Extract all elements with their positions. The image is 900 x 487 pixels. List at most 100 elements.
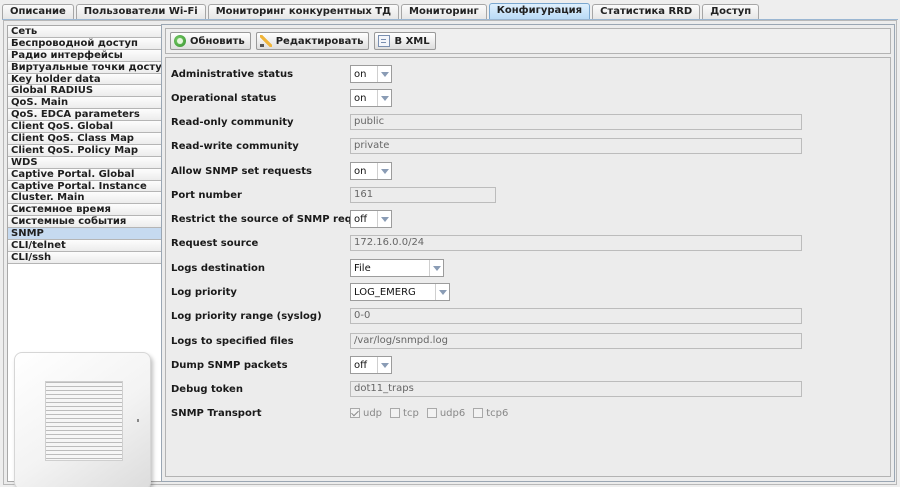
toolbar: Обновить Редактировать В XML bbox=[165, 28, 891, 54]
row-log-priority: Log priority LOG_EMERG bbox=[166, 280, 886, 304]
port-number-field[interactable]: 161 bbox=[350, 187, 496, 203]
row-allow-set-requests: Allow SNMP set requests on bbox=[166, 159, 886, 183]
sidebar: Сеть Беспроводной доступ Радио интерфейс… bbox=[7, 25, 162, 487]
tab-competitor-monitoring[interactable]: Мониторинг конкурентных ТД bbox=[207, 4, 400, 19]
chevron-down-icon bbox=[429, 260, 443, 276]
refresh-icon bbox=[174, 35, 186, 47]
read-write-community-field[interactable]: private bbox=[350, 138, 802, 154]
logs-files-field[interactable]: /var/log/snmpd.log bbox=[350, 333, 802, 349]
tab-description[interactable]: Описание bbox=[2, 4, 74, 19]
sidebar-item-cluster-main[interactable]: Cluster. Main bbox=[8, 192, 161, 205]
sidebar-item-wds[interactable]: WDS bbox=[8, 156, 161, 169]
sidebar-item-network[interactable]: Сеть bbox=[8, 26, 161, 38]
sidebar-item-qos-main[interactable]: QoS. Main bbox=[8, 97, 161, 110]
debug-token-label: Debug token bbox=[171, 383, 243, 395]
tcp-checkbox-label: tcp bbox=[403, 407, 419, 419]
device-image-area bbox=[8, 344, 161, 487]
chevron-down-icon bbox=[377, 211, 391, 227]
request-source-label: Request source bbox=[171, 237, 259, 249]
sidebar-item-client-qos-policy-map[interactable]: Client QoS. Policy Map bbox=[8, 144, 161, 157]
edit-button-label: Редактировать bbox=[275, 35, 364, 47]
pencil-icon bbox=[259, 35, 272, 47]
export-xml-button-label: В XML bbox=[394, 35, 430, 47]
row-logs-destination: Logs destination File bbox=[166, 256, 886, 280]
restrict-source-select[interactable]: off bbox=[350, 210, 392, 228]
sidebar-item-qos-edca[interactable]: QoS. EDCA parameters bbox=[8, 109, 161, 122]
administrative-status-label: Administrative status bbox=[171, 68, 294, 80]
chevron-down-icon bbox=[377, 357, 391, 373]
row-restrict-source: Restrict the source of SNMP requests off bbox=[166, 207, 886, 231]
logs-destination-select[interactable]: File bbox=[350, 259, 444, 277]
snmp-form: Administrative status on Operational sta… bbox=[165, 57, 891, 477]
configuration-frame: Сеть Беспроводной доступ Радио интерфейс… bbox=[3, 20, 897, 487]
sidebar-item-system-time[interactable]: Системное время bbox=[8, 204, 161, 217]
request-source-field[interactable]: 172.16.0.0/24 bbox=[350, 235, 802, 251]
log-priority-label: Log priority bbox=[171, 286, 237, 298]
sidebar-item-system-events[interactable]: Системные события bbox=[8, 216, 161, 229]
read-only-community-label: Read-only community bbox=[171, 116, 294, 128]
tcp6-checkbox[interactable] bbox=[473, 408, 484, 418]
sidebar-item-radio-interfaces[interactable]: Радио интерфейсы bbox=[8, 49, 161, 62]
row-logs-files: Logs to specified files /var/log/snmpd.l… bbox=[166, 329, 886, 353]
row-dump-packets: Dump SNMP packets off bbox=[166, 353, 886, 377]
snmp-panel: Обновить Редактировать В XML Administrat… bbox=[161, 24, 895, 482]
chevron-down-icon bbox=[377, 163, 391, 179]
main-tab-bar: Описание Пользователи Wi-Fi Мониторинг к… bbox=[2, 3, 900, 19]
sidebar-item-snmp[interactable]: SNMP bbox=[8, 228, 161, 241]
row-log-priority-range: Log priority range (syslog) 0-0 bbox=[166, 304, 886, 328]
tab-access[interactable]: Доступ bbox=[702, 4, 760, 19]
log-priority-range-field[interactable]: 0-0 bbox=[350, 308, 802, 324]
row-port-number: Port number 161 bbox=[166, 183, 886, 207]
row-read-only-community: Read-only community public bbox=[166, 110, 886, 134]
snmp-transport-options: udp tcp udp6 tcp6 bbox=[350, 408, 516, 419]
sidebar-item-client-qos-global[interactable]: Client QoS. Global bbox=[8, 121, 161, 134]
refresh-button[interactable]: Обновить bbox=[170, 32, 251, 50]
sidebar-item-captive-portal-global[interactable]: Captive Portal. Global bbox=[8, 168, 161, 181]
sidebar-item-cli-telnet[interactable]: CLI/telnet bbox=[8, 240, 161, 252]
tab-wifi-users[interactable]: Пользователи Wi-Fi bbox=[75, 4, 206, 19]
row-request-source: Request source 172.16.0.0/24 bbox=[166, 231, 886, 255]
edit-button[interactable]: Редактировать bbox=[255, 32, 370, 50]
log-priority-range-label: Log priority range (syslog) bbox=[171, 310, 322, 322]
sidebar-item-key-holder-data[interactable]: Key holder data bbox=[8, 73, 161, 86]
sidebar-item-virtual-access-points[interactable]: Виртуальные точки доступа bbox=[8, 61, 161, 74]
udp6-checkbox[interactable] bbox=[426, 408, 437, 418]
chevron-down-icon bbox=[377, 90, 391, 106]
administrative-status-select[interactable]: on bbox=[350, 65, 392, 83]
debug-token-field[interactable]: dot11_traps bbox=[350, 381, 802, 397]
allow-set-requests-label: Allow SNMP set requests bbox=[171, 165, 312, 177]
row-operational-status: Operational status on bbox=[166, 86, 886, 110]
udp-checkbox[interactable] bbox=[350, 408, 360, 418]
refresh-button-label: Обновить bbox=[190, 35, 245, 47]
sidebar-item-wireless-access[interactable]: Беспроводной доступ bbox=[8, 37, 161, 50]
sidebar-item-global-radius[interactable]: Global RADIUS bbox=[8, 85, 161, 98]
sidebar-item-client-qos-class-map[interactable]: Client QoS. Class Map bbox=[8, 133, 161, 145]
row-debug-token: Debug token dot11_traps bbox=[166, 377, 886, 401]
row-read-write-community: Read-write community private bbox=[166, 134, 886, 158]
dump-packets-label: Dump SNMP packets bbox=[171, 359, 288, 371]
tab-configuration[interactable]: Конфигурация bbox=[488, 3, 591, 19]
operational-status-select[interactable]: on bbox=[350, 89, 392, 107]
snmp-transport-label: SNMP Transport bbox=[171, 407, 262, 419]
tab-rrd-statistics[interactable]: Статистика RRD bbox=[592, 4, 701, 19]
row-administrative-status: Administrative status on bbox=[166, 62, 886, 86]
tcp6-checkbox-label: tcp6 bbox=[486, 407, 509, 419]
operational-status-label: Operational status bbox=[171, 92, 277, 104]
dump-packets-select[interactable]: off bbox=[350, 356, 392, 374]
document-icon bbox=[378, 35, 391, 47]
log-priority-select[interactable]: LOG_EMERG bbox=[350, 283, 450, 301]
read-only-community-field[interactable]: public bbox=[350, 114, 802, 130]
device-grille bbox=[45, 381, 123, 461]
sidebar-item-cli-ssh[interactable]: CLI/ssh bbox=[8, 251, 161, 264]
allow-set-requests-select[interactable]: on bbox=[350, 162, 392, 180]
device-led bbox=[137, 419, 139, 422]
sidebar-item-captive-portal-instance[interactable]: Captive Portal. Instance bbox=[8, 180, 161, 193]
tab-monitoring[interactable]: Мониторинг bbox=[401, 4, 487, 19]
port-number-label: Port number bbox=[171, 189, 242, 201]
udp6-checkbox-label: udp6 bbox=[439, 407, 466, 419]
udp-checkbox-label: udp bbox=[363, 407, 383, 419]
tcp-checkbox[interactable] bbox=[390, 408, 401, 418]
access-point-device-image bbox=[14, 352, 151, 487]
export-xml-button[interactable]: В XML bbox=[374, 32, 436, 50]
row-snmp-transport: SNMP Transport udp tcp udp6 tcp6 bbox=[166, 401, 886, 425]
